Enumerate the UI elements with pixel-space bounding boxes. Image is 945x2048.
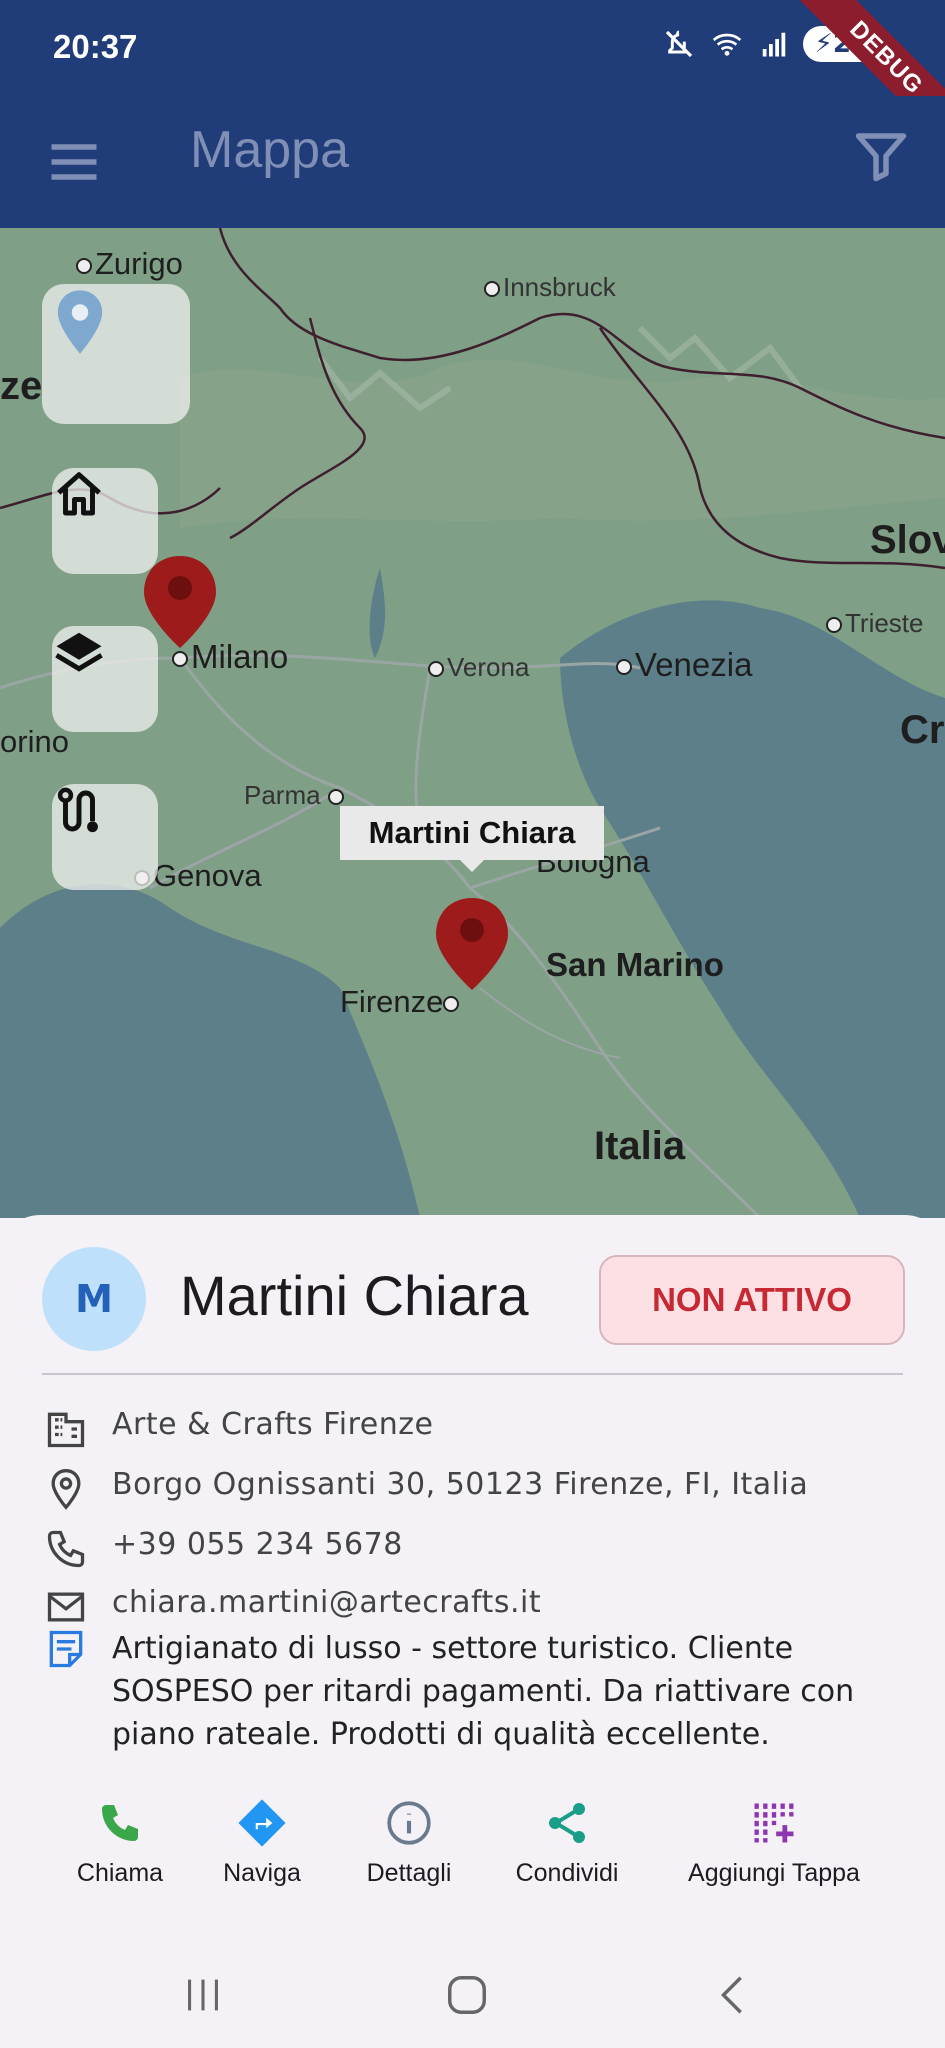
- address-text: Borgo Ognissanti 30, 50123 Firenze, FI, …: [112, 1467, 809, 1502]
- layers-button[interactable]: [52, 626, 158, 732]
- phone-icon: [102, 1805, 138, 1841]
- status-time: 20:37: [53, 28, 138, 65]
- phone-row[interactable]: +39 055 234 5678: [44, 1527, 403, 1571]
- menu-button[interactable]: [44, 132, 104, 192]
- my-location-button[interactable]: [42, 284, 190, 424]
- city-label: Venezia: [616, 646, 752, 684]
- call-button[interactable]: Chiama: [70, 1795, 170, 1888]
- hamburger-menu-icon: [51, 144, 97, 180]
- info-icon: [387, 1801, 431, 1845]
- home-button[interactable]: [52, 468, 158, 574]
- directions-icon: [238, 1799, 286, 1847]
- details-label: Dettagli: [366, 1859, 452, 1887]
- mail-icon: [47, 1592, 85, 1622]
- country-label: Slov: [870, 518, 945, 562]
- address-row: Borgo Ognissanti 30, 50123 Firenze, FI, …: [44, 1467, 808, 1511]
- location-icon: [51, 1469, 81, 1510]
- page-title: Mappa: [190, 121, 349, 179]
- add-stop-icon: [754, 1803, 794, 1843]
- country-label: Italia: [594, 1124, 686, 1168]
- notes-icon: [49, 1630, 83, 1668]
- city-label: Parma: [244, 780, 347, 811]
- system-navigation-bar: [0, 1932, 945, 2048]
- notes-row: Artigianato di lusso - settore turistico…: [44, 1627, 892, 1756]
- map-marker-firenze[interactable]: [432, 894, 512, 994]
- back-icon[interactable]: [710, 1972, 756, 2018]
- contact-bottom-sheet: M Martini Chiara NON ATTIVO Arte & Craft…: [0, 1215, 945, 2048]
- share-button[interactable]: Condividi: [504, 1795, 630, 1888]
- home-icon: [57, 472, 101, 516]
- route-icon: [57, 787, 98, 833]
- location-pin-icon: [57, 290, 103, 354]
- add-stop-button[interactable]: Aggiungi Tappa: [668, 1795, 880, 1888]
- city-label: Trieste: [826, 608, 924, 639]
- company-name: Arte & Crafts Firenze: [112, 1407, 434, 1442]
- country-label: Cr: [900, 708, 945, 752]
- email-text: chiara.martini@artecrafts.it: [112, 1585, 542, 1620]
- country-label: ze: [0, 364, 43, 408]
- mute-icon: [665, 30, 692, 58]
- filter-funnel-icon: [855, 133, 907, 182]
- company-row: Arte & Crafts Firenze: [44, 1407, 433, 1451]
- city-label: San Marino: [546, 946, 724, 983]
- share-label: Condividi: [515, 1859, 619, 1887]
- status-badge: NON ATTIVO: [599, 1255, 905, 1345]
- filter-button[interactable]: [851, 126, 911, 186]
- call-label: Chiama: [76, 1859, 164, 1887]
- recent-apps-icon[interactable]: [180, 1972, 226, 2018]
- marker-tooltip: Martini Chiara: [340, 806, 604, 872]
- avatar: M: [42, 1247, 146, 1351]
- business-icon: [47, 1412, 85, 1448]
- notes-text: Artigianato di lusso - settore turistico…: [112, 1631, 855, 1752]
- city-label: Innsbruck: [484, 272, 616, 303]
- city-label: Verona: [428, 652, 529, 683]
- home-nav-icon[interactable]: [444, 1972, 490, 2018]
- add-stop-label: Aggiungi Tappa: [688, 1859, 860, 1887]
- phone-text: +39 055 234 5678: [112, 1527, 403, 1562]
- city-label: orino: [0, 724, 69, 759]
- status-bar: 20:37 ⚡26 DEBUG: [0, 0, 945, 154]
- divider: [42, 1373, 903, 1375]
- wifi-icon: [712, 33, 741, 56]
- email-row[interactable]: chiara.martini@artecrafts.it: [44, 1585, 541, 1629]
- app-bar: Mappa: [0, 96, 945, 228]
- action-bar: Chiama Naviga Dettagli Condividi Aggiung…: [0, 1795, 945, 1915]
- map-view[interactable]: Zurigo Innsbruck Milano Verona Venezia T…: [0, 228, 945, 1218]
- layers-icon: [55, 632, 103, 672]
- contact-name: Martini Chiara: [180, 1264, 529, 1327]
- share-icon: [549, 1803, 585, 1843]
- details-button[interactable]: Dettagli: [354, 1795, 464, 1888]
- navigate-label: Naviga: [223, 1859, 301, 1887]
- signal-icon: [762, 32, 785, 57]
- phone-icon: [47, 1530, 85, 1568]
- city-label: Zurigo: [76, 246, 183, 282]
- route-button[interactable]: [52, 784, 158, 890]
- navigate-button[interactable]: Naviga: [212, 1795, 312, 1888]
